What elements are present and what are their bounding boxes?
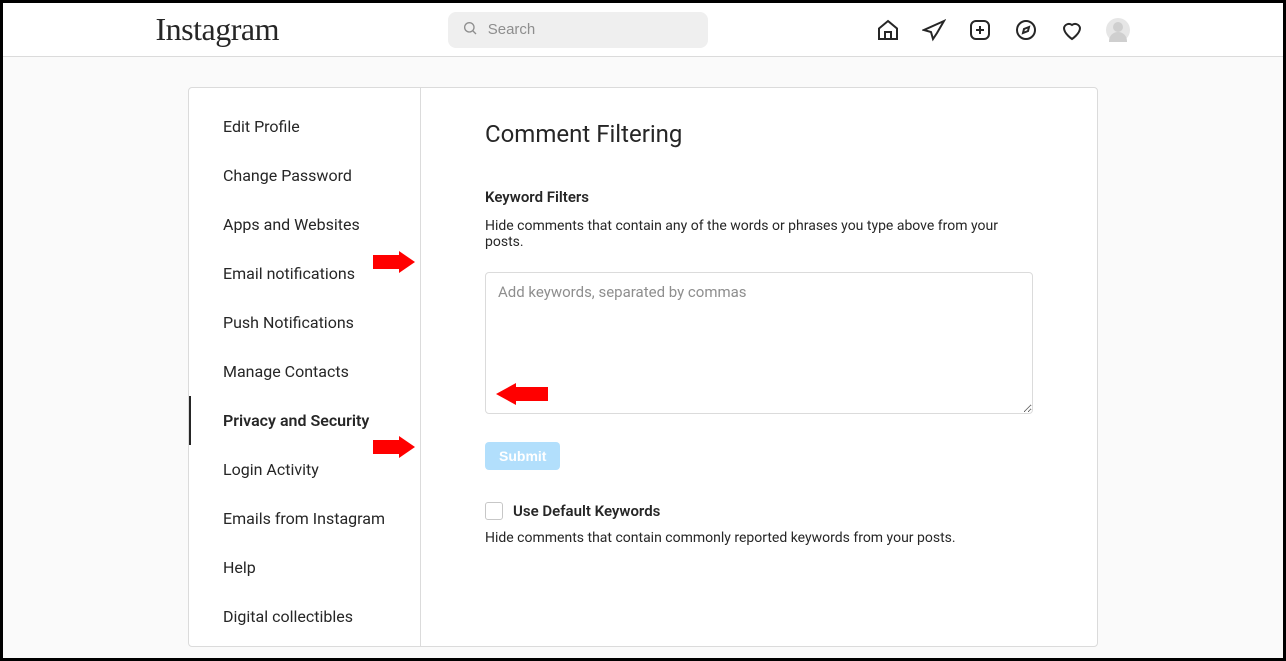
sidebar-item-email-notifications[interactable]: Email notifications xyxy=(189,249,420,298)
explore-icon[interactable] xyxy=(1014,18,1038,42)
sidebar-item-push-notifications[interactable]: Push Notifications xyxy=(189,298,420,347)
activity-icon[interactable] xyxy=(1060,18,1084,42)
messages-icon[interactable] xyxy=(922,18,946,42)
nav-icons xyxy=(876,18,1130,42)
instagram-logo[interactable]: Instagram xyxy=(156,11,279,48)
sidebar-item-apps-websites[interactable]: Apps and Websites xyxy=(189,200,420,249)
default-keywords-row: Use Default Keywords xyxy=(485,502,1033,520)
page-title: Comment Filtering xyxy=(485,120,1033,148)
sidebar-item-privacy-security[interactable]: Privacy and Security xyxy=(189,396,420,445)
submit-button[interactable]: Submit xyxy=(485,442,560,470)
sidebar-item-change-password[interactable]: Change Password xyxy=(189,151,420,200)
default-keywords-description: Hide comments that contain commonly repo… xyxy=(485,530,1033,546)
settings-panel: Edit Profile Change Password Apps and We… xyxy=(188,87,1098,647)
settings-sidebar: Edit Profile Change Password Apps and We… xyxy=(189,88,421,646)
sidebar-item-manage-contacts[interactable]: Manage Contacts xyxy=(189,347,420,396)
default-keywords-checkbox[interactable] xyxy=(485,502,503,520)
keyword-filters-description: Hide comments that contain any of the wo… xyxy=(485,218,1033,250)
keyword-filters-heading: Keyword Filters xyxy=(485,188,1033,206)
search-icon xyxy=(462,20,478,40)
default-keywords-label: Use Default Keywords xyxy=(513,502,660,520)
sidebar-item-digital-collectibles[interactable]: Digital collectibles xyxy=(189,592,420,641)
home-icon[interactable] xyxy=(876,18,900,42)
search-input[interactable] xyxy=(448,12,708,48)
settings-main: Comment Filtering Keyword Filters Hide c… xyxy=(421,88,1097,646)
sidebar-item-edit-profile[interactable]: Edit Profile xyxy=(189,102,420,151)
sidebar-item-help[interactable]: Help xyxy=(189,543,420,592)
new-post-icon[interactable] xyxy=(968,18,992,42)
top-nav-inner: Instagram xyxy=(156,11,1131,48)
keywords-input[interactable] xyxy=(485,272,1033,414)
search-wrap xyxy=(448,12,708,48)
avatar[interactable] xyxy=(1106,18,1130,42)
sidebar-item-login-activity[interactable]: Login Activity xyxy=(189,445,420,494)
top-nav: Instagram xyxy=(3,3,1283,57)
sidebar-item-emails-from-instagram[interactable]: Emails from Instagram xyxy=(189,494,420,543)
